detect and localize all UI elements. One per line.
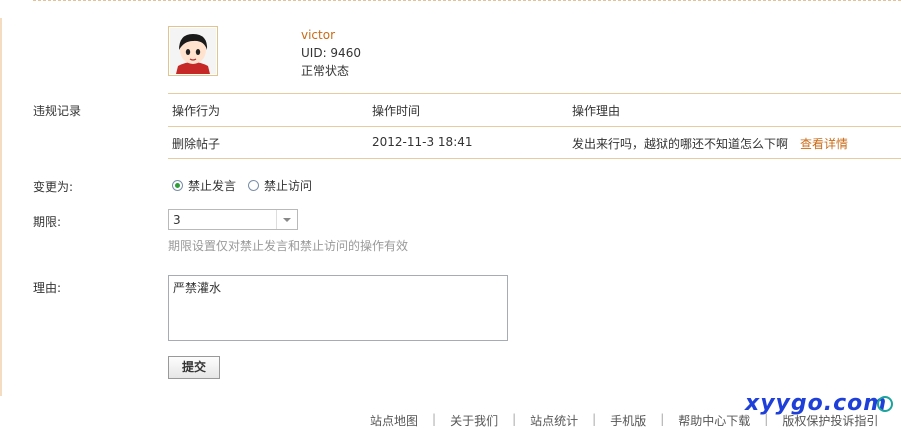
record-label: 违规记录 bbox=[33, 104, 82, 118]
change-to-label: 变更为: bbox=[33, 180, 74, 194]
footer-link[interactable]: 关于我们 bbox=[450, 412, 498, 429]
ban-type-radio-group: 禁止发言 禁止访问 bbox=[172, 177, 324, 194]
row-time: 2012-11-3 18:41 bbox=[372, 135, 473, 149]
footer-separator: | bbox=[512, 412, 517, 426]
term-select-value: 3 bbox=[173, 213, 181, 227]
radio-ban-post[interactable]: 禁止发言 bbox=[172, 177, 236, 194]
row-reason: 发出来行吗，越狱的哪还不知道怎么下啊 查看详情 bbox=[572, 135, 848, 152]
header-reason: 操作理由 bbox=[572, 104, 621, 118]
term-label: 期限: bbox=[33, 215, 62, 229]
footer-link[interactable]: 站点统计 bbox=[530, 412, 578, 429]
header-action: 操作行为 bbox=[172, 104, 221, 118]
chevron-down-icon[interactable] bbox=[276, 210, 297, 229]
row-action: 删除帖子 bbox=[172, 137, 221, 151]
avatar-face-icon bbox=[170, 28, 216, 74]
radio-ban-post-indicator[interactable] bbox=[172, 180, 183, 191]
footer-separator: | bbox=[660, 412, 665, 426]
submit-button[interactable]: 提交 bbox=[168, 356, 220, 379]
view-details-link[interactable]: 查看详情 bbox=[800, 137, 848, 151]
top-divider bbox=[33, 0, 901, 1]
watermark-logo: xyygo.com bbox=[745, 391, 888, 416]
user-status: 正常状态 bbox=[301, 64, 350, 78]
user-avatar[interactable] bbox=[168, 26, 218, 76]
radio-ban-visit[interactable]: 禁止访问 bbox=[248, 177, 312, 194]
table-row: 删除帖子 2012-11-3 18:41 发出来行吗，越狱的哪还不知道怎么下啊查… bbox=[168, 126, 901, 159]
radio-ban-post-label: 禁止发言 bbox=[188, 179, 237, 193]
username-link[interactable]: victor bbox=[301, 28, 335, 42]
term-hint: 期限设置仅对禁止发言和禁止访问的操作有效 bbox=[168, 239, 409, 253]
footer-link[interactable]: 帮助中心下载 bbox=[678, 412, 750, 429]
footer-separator: | bbox=[592, 412, 597, 426]
user-uid: UID: 9460 bbox=[301, 46, 361, 60]
term-select[interactable]: 3 bbox=[168, 209, 298, 230]
radio-ban-visit-indicator[interactable] bbox=[248, 180, 260, 191]
footer-link[interactable]: 手机版 bbox=[610, 412, 646, 429]
header-time: 操作时间 bbox=[372, 104, 421, 118]
row-reason-text: 发出来行吗，越狱的哪还不知道怎么下啊 bbox=[572, 137, 789, 151]
table-header-row: 操作行为 操作时间 操作理由 bbox=[168, 93, 901, 126]
reason-textarea[interactable]: 严禁灌水 bbox=[168, 275, 508, 341]
watermark-logo-icon bbox=[877, 396, 893, 412]
footer-separator: | bbox=[432, 412, 437, 426]
radio-ban-visit-label: 禁止访问 bbox=[264, 179, 313, 193]
left-border bbox=[0, 18, 2, 396]
footer-link[interactable]: 站点地图 bbox=[370, 412, 418, 429]
reason-label: 理由: bbox=[33, 281, 62, 295]
violation-table: 操作行为 操作时间 操作理由 删除帖子 2012-11-3 18:41 发出来行… bbox=[168, 93, 901, 159]
